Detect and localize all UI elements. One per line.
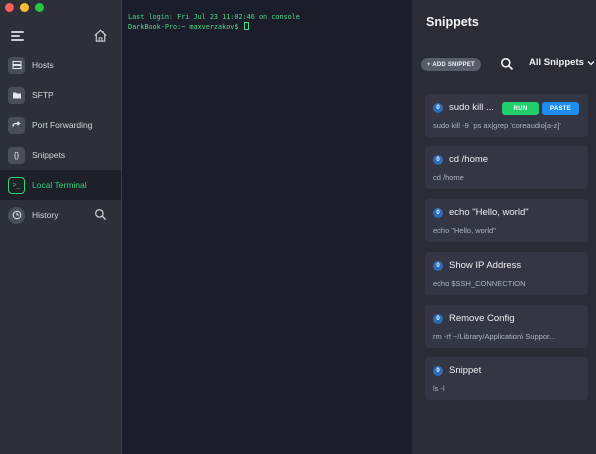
add-snippet-button[interactable]: + ADD SNIPPET [421, 58, 481, 71]
history-search-icon[interactable] [94, 208, 107, 221]
run-button[interactable]: RUN [502, 102, 539, 115]
panel-title: Snippets [426, 15, 479, 29]
snippet-name: sudo kill ... [449, 102, 494, 113]
sidebar-item-snippets[interactable]: {} Snippets [0, 140, 121, 170]
snippet-name: Snippet [449, 365, 482, 376]
snippet-type-icon: 0 [433, 366, 443, 376]
snippet-command: rm -rf ~/Library/Application\ Suppor... [433, 332, 556, 341]
snippet-type-icon: 0 [433, 261, 443, 271]
sidebar-item-label: Local Terminal [32, 180, 87, 190]
terminal-cursor [243, 22, 249, 31]
sidebar-item-local-terminal[interactable]: >_ Local Terminal [0, 170, 121, 200]
snippet-name: cd /home [449, 154, 489, 165]
terminal-line: Last login: Fri Jul 23 11:02:46 on conso… [128, 13, 300, 21]
snippet-card[interactable]: 0 Show IP Address echo $SSH_CONNECTION [425, 252, 588, 295]
window-controls [5, 3, 44, 12]
snippet-card[interactable]: 0 sudo kill ... RUN PASTE sudo kill -9 `… [425, 94, 588, 137]
minimize-window-button[interactable] [20, 3, 29, 12]
sidebar: Hosts SFTP Port Forwarding {} Snippets >… [0, 0, 122, 454]
snippet-command: echo "Hello, world" [433, 226, 496, 235]
sidebar-item-port-forwarding[interactable]: Port Forwarding [0, 110, 121, 140]
sidebar-item-history[interactable]: History [0, 200, 121, 230]
sidebar-item-label: SFTP [32, 90, 54, 100]
paste-button[interactable]: PASTE [542, 102, 579, 115]
sidebar-item-label: Snippets [32, 150, 66, 160]
snippets-panel: Snippets + ADD SNIPPET All Snippets 0 su… [412, 0, 596, 454]
snippet-card[interactable]: 0 Snippet ls -l [425, 357, 588, 400]
snippet-type-icon: 0 [433, 314, 443, 324]
snippet-command: ls -l [433, 384, 445, 393]
sidebar-item-label: History [32, 210, 59, 220]
terminal-output[interactable]: Last login: Fri Jul 23 11:02:46 on conso… [122, 0, 412, 454]
terminal-prompt-line: DarkBook-Pro:~ maxverzakov$ [128, 22, 407, 32]
snippet-type-icon: 0 [433, 103, 443, 113]
snippet-name: Remove Config [449, 313, 515, 324]
snippet-command: sudo kill -9 `ps ax|grep 'coreaudio[a-z]… [433, 121, 561, 130]
sidebar-item-label: Hosts [32, 60, 54, 70]
braces-icon: {} [8, 146, 25, 164]
snippet-card[interactable]: 0 Remove Config rm -rf ~/Library/Applica… [425, 305, 588, 348]
snippet-name: echo "Hello, world" [449, 207, 529, 218]
clock-icon [8, 206, 25, 224]
menu-icon[interactable] [11, 31, 24, 41]
port-forward-icon [8, 116, 25, 134]
sidebar-item-hosts[interactable]: Hosts [0, 50, 121, 80]
snippet-name: Show IP Address [449, 260, 522, 271]
snippet-command: echo $SSH_CONNECTION [433, 279, 526, 288]
close-window-button[interactable] [5, 3, 14, 12]
folder-icon [8, 86, 25, 104]
snippet-type-icon: 0 [433, 155, 443, 165]
zoom-window-button[interactable] [35, 3, 44, 12]
snippet-filter-dropdown[interactable]: All Snippets [529, 57, 595, 68]
sidebar-nav: Hosts SFTP Port Forwarding {} Snippets >… [0, 50, 121, 230]
snippet-card[interactable]: 0 echo "Hello, world" echo "Hello, world… [425, 199, 588, 242]
sidebar-item-sftp[interactable]: SFTP [0, 80, 121, 110]
chevron-down-icon [587, 60, 595, 65]
snippet-card[interactable]: 0 cd /home cd /home [425, 146, 588, 189]
home-icon[interactable] [93, 28, 108, 43]
search-icon[interactable] [500, 57, 514, 71]
hosts-icon [8, 56, 25, 74]
snippet-type-icon: 0 [433, 208, 443, 218]
sidebar-item-label: Port Forwarding [32, 120, 93, 130]
filter-label: All Snippets [529, 57, 584, 68]
snippet-command: cd /home [433, 173, 464, 182]
terminal-prompt: DarkBook-Pro:~ maxverzakov$ [128, 23, 243, 32]
terminal-icon: >_ [8, 176, 25, 194]
